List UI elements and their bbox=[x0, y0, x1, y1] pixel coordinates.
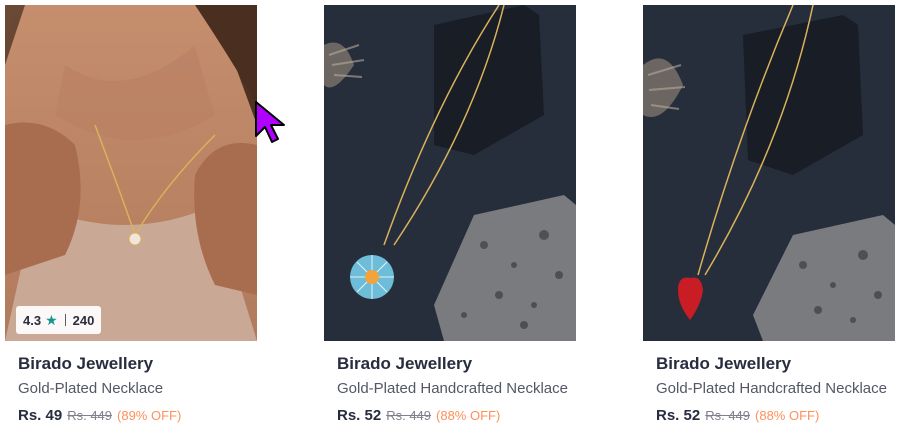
mouse-cursor-icon bbox=[255, 101, 285, 143]
price-mrp: Rs. 449 bbox=[386, 408, 432, 423]
rating-badge: 4.3 ★ 240 bbox=[16, 306, 102, 334]
rating-count: 240 bbox=[72, 312, 95, 328]
product-info[interactable]: Birado Jewellery Gold-Plated Necklace Rs… bbox=[5, 341, 257, 426]
product-brand: Birado Jewellery bbox=[337, 354, 473, 373]
price-current: Rs. 52 bbox=[337, 407, 382, 424]
product-brand: Birado Jewellery bbox=[656, 354, 792, 373]
product-card[interactable]: 4.3 ★ 240 Birado Jewellery Gold-Plated N… bbox=[5, 5, 257, 426]
rating-divider bbox=[64, 314, 66, 326]
price-mrp: Rs. 449 bbox=[705, 408, 751, 423]
rating-value: 4.3 bbox=[23, 312, 42, 328]
product-grid: 4.3 ★ 240 Birado Jewellery Gold-Plated N… bbox=[5, 5, 895, 426]
heart-pendant-necklace-icon bbox=[643, 5, 895, 341]
price-discount: (88% OFF) bbox=[436, 408, 501, 423]
product-card[interactable]: Birado Jewellery Gold-Plated Handcrafted… bbox=[643, 5, 895, 426]
product-price: Rs. 52 Rs. 449 (88% OFF) bbox=[656, 406, 895, 426]
product-price: Rs. 49 Rs. 449 (89% OFF) bbox=[18, 406, 257, 426]
product-image[interactable] bbox=[643, 5, 895, 341]
product-info[interactable]: Birado Jewellery Gold-Plated Handcrafted… bbox=[643, 341, 895, 426]
product-title: Gold-Plated Necklace bbox=[18, 380, 164, 397]
price-discount: (88% OFF) bbox=[755, 408, 820, 423]
price-current: Rs. 52 bbox=[656, 407, 701, 424]
product-price: Rs. 52 Rs. 449 (88% OFF) bbox=[337, 406, 576, 426]
product-image[interactable]: 4.3 ★ 240 bbox=[5, 5, 257, 341]
price-mrp: Rs. 449 bbox=[67, 408, 113, 423]
flower-pendant-necklace-icon bbox=[324, 5, 576, 341]
product-title: Gold-Plated Handcrafted Necklace bbox=[656, 380, 887, 397]
product-card[interactable]: Birado Jewellery Gold-Plated Handcrafted… bbox=[324, 5, 576, 426]
product-brand: Birado Jewellery bbox=[18, 354, 154, 373]
model-wearing-necklace-icon bbox=[5, 5, 257, 341]
price-discount: (89% OFF) bbox=[117, 408, 182, 423]
product-info[interactable]: Birado Jewellery Gold-Plated Handcrafted… bbox=[324, 341, 576, 426]
price-current: Rs. 49 bbox=[18, 407, 63, 424]
star-icon: ★ bbox=[45, 311, 58, 328]
product-title: Gold-Plated Handcrafted Necklace bbox=[337, 380, 568, 397]
product-image[interactable] bbox=[324, 5, 576, 341]
